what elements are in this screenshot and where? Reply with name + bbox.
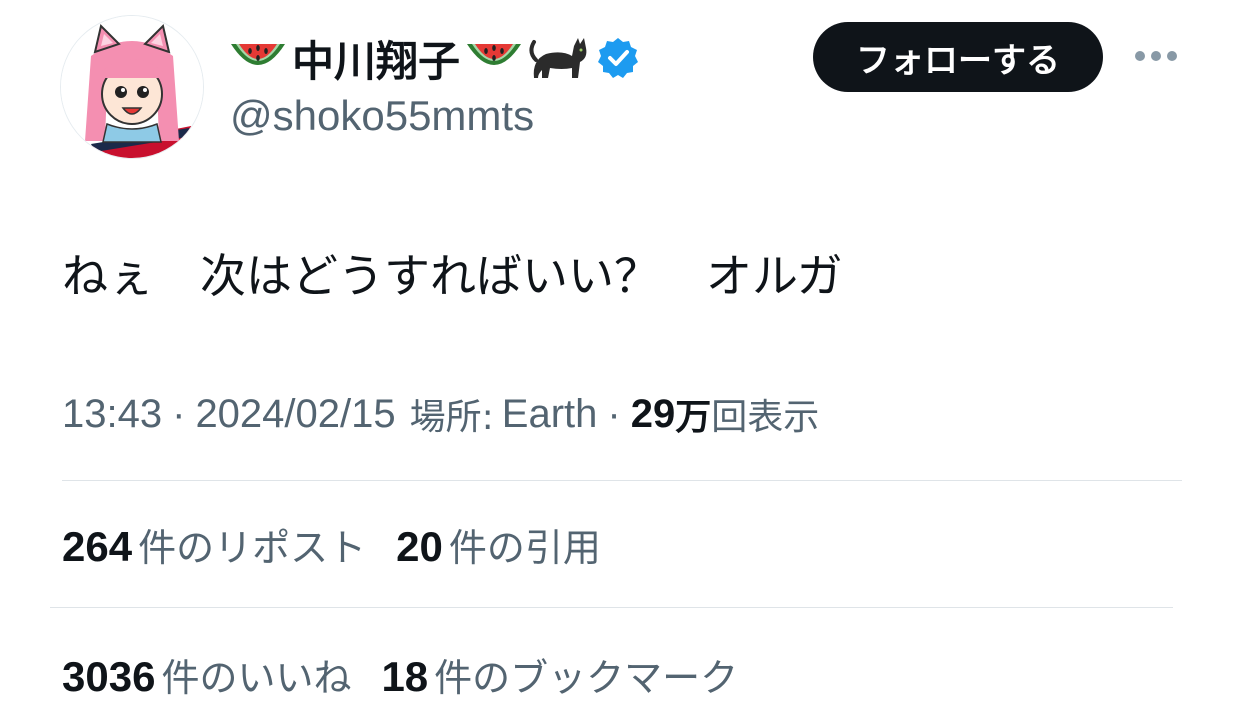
watermelon-icon bbox=[228, 36, 288, 80]
reposts-label: 件のリポスト bbox=[138, 525, 367, 570]
tweet-time[interactable]: 13:43 bbox=[62, 392, 162, 437]
divider bbox=[50, 607, 1173, 608]
meta-separator: · bbox=[607, 391, 621, 436]
stats-row-engagement: 264 件のリポスト 20 件の引用 bbox=[62, 516, 631, 572]
black-cat-icon bbox=[528, 30, 592, 86]
views-label: 回表示 bbox=[711, 397, 820, 438]
views-count: 29 bbox=[630, 391, 676, 436]
views-unit: 万 bbox=[675, 397, 712, 438]
place-label: 場所: bbox=[409, 397, 494, 438]
reposts-stat[interactable]: 264 件のリポスト bbox=[62, 517, 366, 572]
reposts-count: 264 bbox=[62, 522, 133, 570]
tweet-date[interactable]: 2024/02/15 bbox=[195, 392, 395, 437]
tweet-text: ねぇ 次はどうすればいい？ オルガ bbox=[62, 249, 843, 303]
ellipsis-icon bbox=[1135, 51, 1177, 61]
tweet-detail: 中川翔子 @shoko55mmts フォローする ねぇ 次はどうすればいい？ オ… bbox=[0, 0, 1242, 722]
avatar-illustration bbox=[61, 16, 203, 158]
place-value[interactable]: Earth bbox=[502, 392, 598, 437]
quotes-count: 20 bbox=[396, 522, 443, 570]
bookmarks-stat[interactable]: 18 件のブックマーク bbox=[381, 647, 738, 702]
likes-label: 件のいいね bbox=[161, 655, 352, 700]
author-handle[interactable]: @shoko55mmts bbox=[230, 92, 534, 140]
more-options-button[interactable] bbox=[1130, 42, 1182, 70]
divider bbox=[62, 480, 1182, 481]
verified-badge-icon bbox=[596, 36, 640, 80]
likes-stat[interactable]: 3036 件のいいね bbox=[62, 647, 351, 702]
watermelon-icon bbox=[464, 36, 524, 80]
tweet-meta: 13:43 · 2024/02/15 場所: Earth · 29 万 回表示 bbox=[62, 388, 819, 440]
bookmarks-count: 18 bbox=[381, 652, 429, 700]
author-name-row[interactable]: 中川翔子 bbox=[228, 28, 640, 88]
likes-count: 3036 bbox=[62, 652, 156, 700]
stats-row-reactions: 3036 件のいいね 18 件のブックマーク bbox=[62, 646, 768, 702]
quotes-label: 件の引用 bbox=[448, 525, 601, 570]
follow-button[interactable]: フォローする bbox=[813, 22, 1103, 92]
bookmarks-label: 件のブックマーク bbox=[434, 655, 739, 700]
author-display-name[interactable]: 中川翔子 bbox=[292, 28, 460, 89]
quotes-stat[interactable]: 20 件の引用 bbox=[396, 517, 601, 572]
avatar[interactable] bbox=[60, 15, 204, 159]
meta-separator: · bbox=[172, 391, 186, 436]
